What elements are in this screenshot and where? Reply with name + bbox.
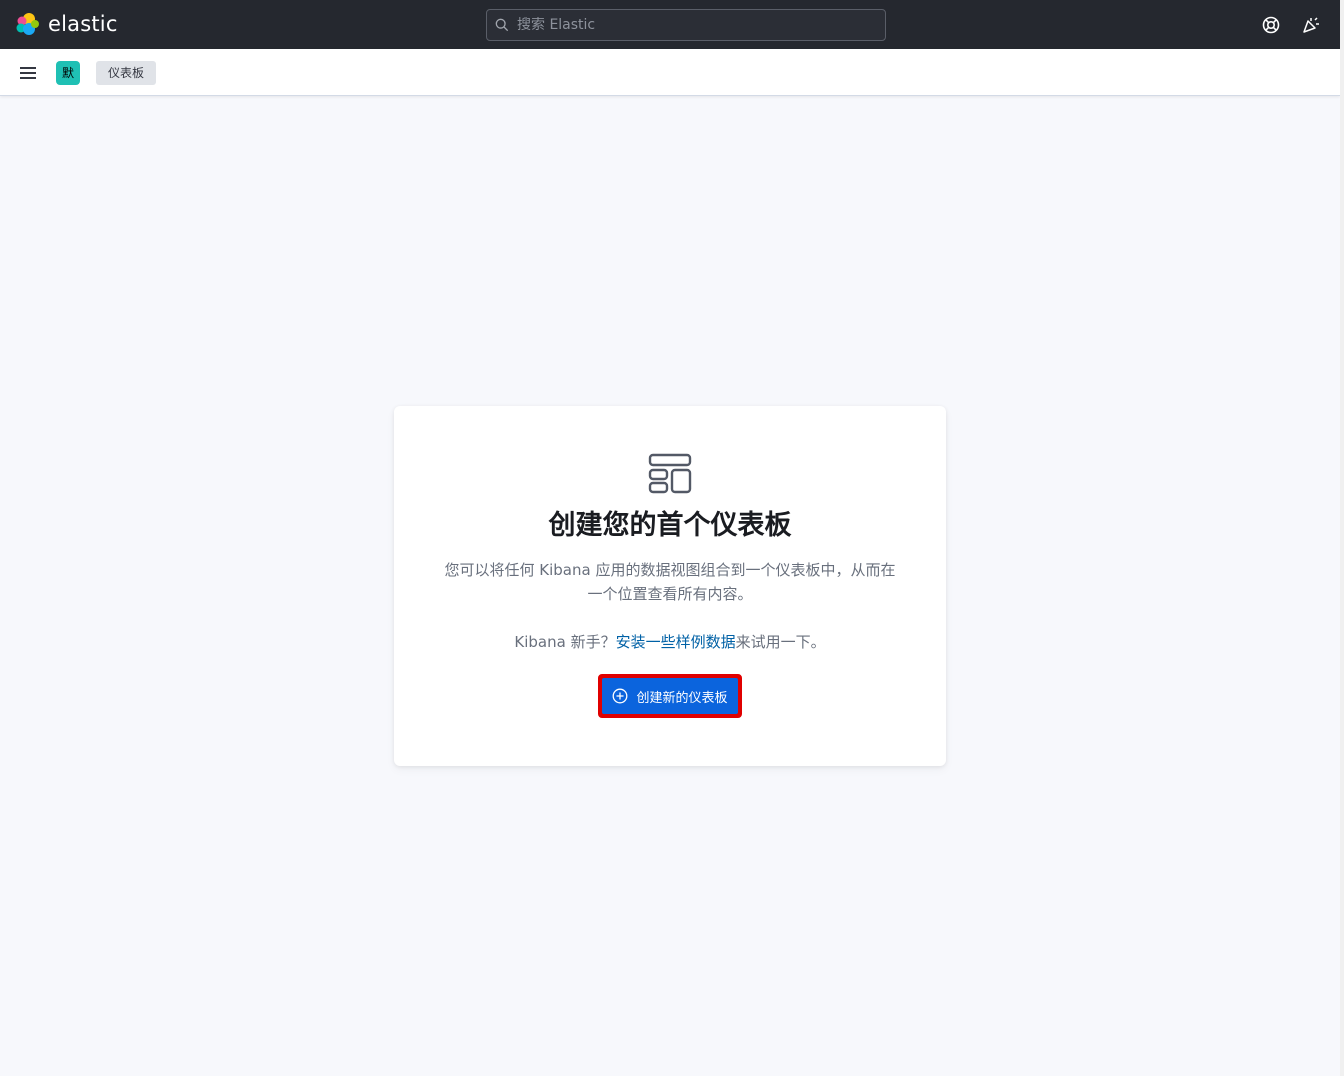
sample-data-hint: Kibana 新手？安装一些样例数据来试用一下。: [394, 630, 946, 654]
menu-icon[interactable]: [18, 63, 38, 83]
elastic-logo[interactable]: elastic: [16, 12, 118, 36]
news-feed-icon[interactable]: [1301, 15, 1321, 35]
search-icon: [495, 18, 509, 32]
install-sample-data-link[interactable]: 安装一些样例数据: [616, 633, 736, 651]
create-dashboard-button-inner: 创建新的仪表板: [602, 678, 738, 714]
newbie-suffix: 来试用一下。: [735, 633, 826, 651]
elastic-logo-icon: [16, 13, 39, 35]
empty-state-title: 创建您的首个仪表板: [548, 510, 792, 541]
empty-state-description: 您可以将任何 Kibana 应用的数据视图组合到一个仪表板中，从而在一个位置查看…: [444, 561, 896, 603]
top-header: elastic: [0, 0, 1340, 49]
breadcrumb-bar: [0, 49, 1340, 96]
global-search[interactable]: [486, 9, 886, 41]
plus-circle-icon: [613, 688, 628, 704]
create-dashboard-button[interactable]: 创建新的仪表板: [598, 674, 742, 718]
dashboard-layout-icon: [648, 453, 692, 494]
breadcrumb-dashboards: 仪表板: [96, 61, 157, 85]
page-scrollbar[interactable]: [1340, 0, 1344, 1076]
search-input[interactable]: [517, 17, 877, 33]
help-icon[interactable]: [1261, 15, 1281, 35]
newbie-prefix: Kibana 新手？: [514, 633, 616, 651]
brand-name: elastic: [48, 12, 118, 36]
create-dashboard-label: 创建新的仪表板: [636, 690, 728, 706]
space-avatar[interactable]: 默: [56, 61, 80, 85]
empty-state-panel: 创建您的首个仪表板 您可以将任何 Kibana 应用的数据视图组合到一个仪表板中…: [394, 406, 946, 766]
